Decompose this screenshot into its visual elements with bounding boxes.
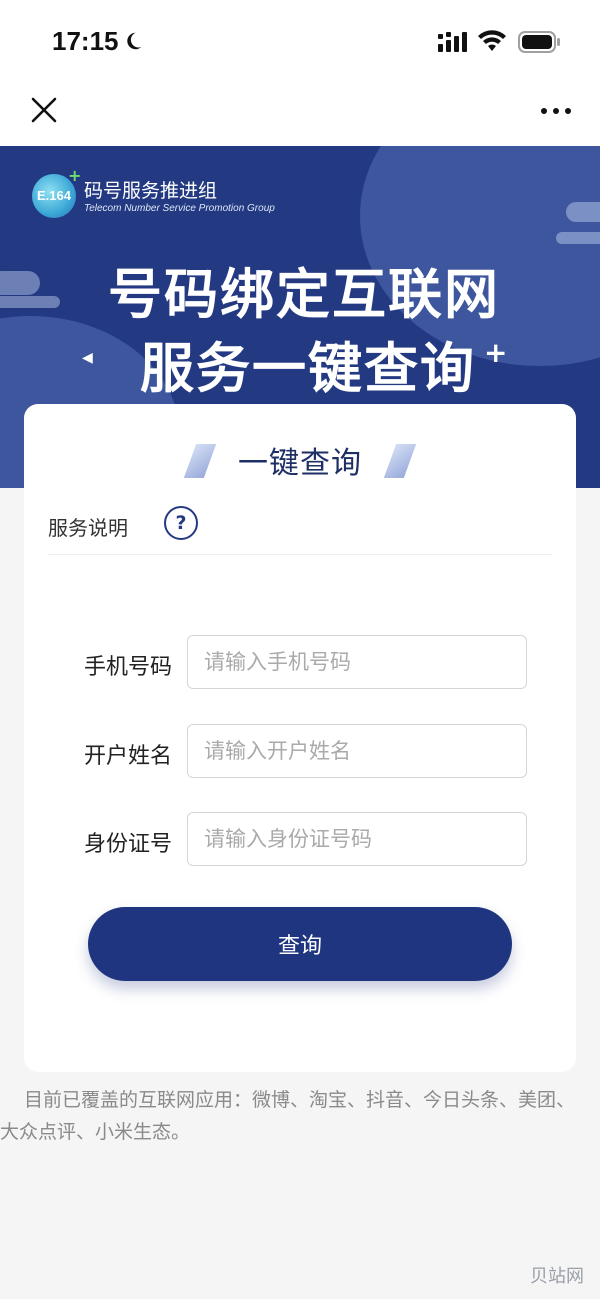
name-label: 开户姓名 [83,744,172,769]
status-time: 17:15 [52,26,119,56]
id-number-row: 身份证号 [24,812,576,868]
status-bar: 17:15 [0,0,600,84]
banner-title-line1: 号码绑定互联网 [108,263,500,326]
query-button[interactable]: 查询 [88,907,512,981]
card-header: 一键查询 [24,438,576,482]
cloud-decoration [566,202,600,222]
phone-label: 手机号码 [83,655,172,680]
logo-subtitle: Telecom Number Service Promotion Group [84,203,275,214]
triangle-icon: ◀ [82,350,93,366]
nav-bar [0,84,600,146]
service-description-row: 服务说明 ? [48,504,552,555]
signal-icon [438,32,467,52]
name-input[interactable] [187,724,527,778]
card-title: 一键查询 [238,446,362,481]
phone-input[interactable] [187,635,527,689]
close-icon[interactable] [30,96,58,124]
more-icon[interactable] [540,106,572,116]
plus-icon: + [68,166,82,185]
id-number-input[interactable] [187,812,527,866]
cloud-decoration [556,232,600,244]
wifi-icon [478,30,506,51]
banner-title-line2: 服务一键查询 [140,337,476,400]
battery-icon [518,31,560,53]
query-card: 一键查询 服务说明 ? 手机号码 开户姓名 身份证号 查询 [24,404,576,1072]
logo-title: 码号服务推进组 [84,180,218,202]
phone-row: 手机号码 [24,635,576,691]
name-row: 开户姓名 [24,724,576,780]
moon-icon [127,32,142,50]
watermark: 贝站网 [530,1266,584,1287]
coverage-note: 目前已覆盖的互联网应用：微博、淘宝、抖音、今日头条、美团、大众点评、小米生态。 [0,1089,576,1143]
question-icon[interactable]: ? [164,506,198,540]
id-number-label: 身份证号 [83,832,172,857]
plus-icon: + [484,336,508,369]
service-description-label: 服务说明 [48,516,128,540]
